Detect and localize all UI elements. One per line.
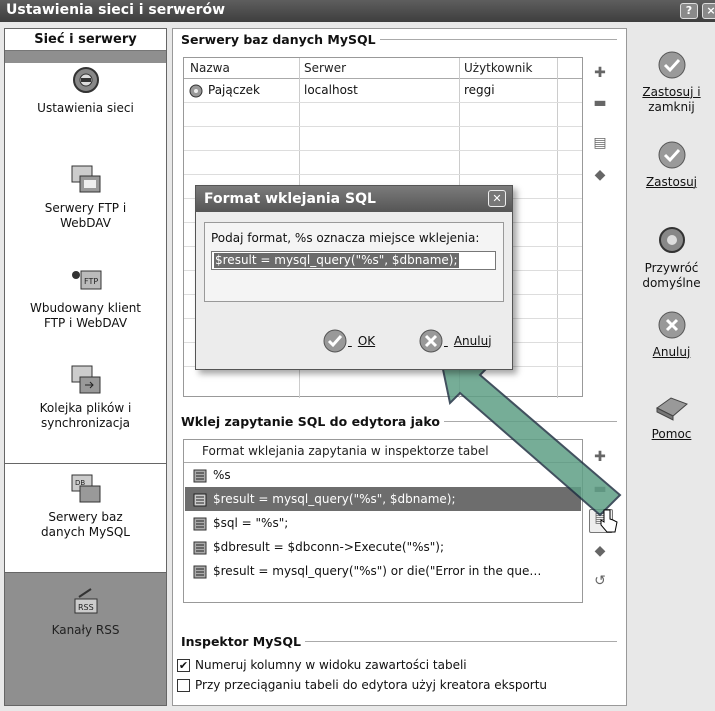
window-close-button[interactable]: × [702, 3, 715, 19]
column-header-name[interactable]: Nazwa [190, 61, 230, 75]
hand-cursor-icon [600, 509, 618, 533]
book-icon [655, 397, 688, 421]
gear-icon [658, 227, 685, 253]
format-icon [193, 541, 207, 554]
format-icon [193, 493, 207, 506]
checkmark-icon [658, 51, 685, 79]
sidebar: Sieć i serwery Ustawienia sieci Serwery … [4, 28, 167, 706]
dialog-cancel-button[interactable]: Anuluj [418, 328, 492, 354]
list-item[interactable]: $result = mysql_query("%s") or die("Erro… [185, 559, 581, 583]
sidebar-header: Sieć i serwery [5, 29, 166, 51]
column-header-user[interactable]: Użytkownik [464, 61, 532, 75]
dialog-title: Format wklejania SQL [196, 186, 512, 212]
help-button[interactable]: ? [680, 3, 698, 19]
checkmark-icon [658, 141, 685, 169]
sidebar-item-ftp-client[interactable]: FTP Wbudowany klient FTP i WebDAV [5, 263, 166, 363]
restore-defaults-button[interactable]: Przywróć domyślne [628, 224, 715, 291]
paste-format-group-title: Wklej zapytanie SQL do edytora jako [177, 414, 444, 429]
ok-button[interactable]: OK [322, 328, 375, 354]
window-title: Ustawienia sieci i serwerów [6, 2, 226, 18]
apply-button[interactable]: Zastosuj [628, 140, 715, 190]
column-header-server[interactable]: Serwer [304, 61, 346, 75]
number-columns-checkbox[interactable]: ✔ [177, 659, 190, 672]
rss-icon: RSS [74, 588, 97, 614]
apply-and-close-button[interactable]: Zastosuj i zamknij [628, 50, 715, 115]
format-icon [193, 517, 207, 530]
mysql-servers-icon: DB [71, 474, 100, 503]
server-name-cell: Pajączek [208, 83, 260, 97]
checkmark-icon [323, 329, 347, 353]
action-buttons: Zastosuj i zamknij Zastosuj Przywróć dom… [628, 28, 715, 488]
sidebar-item-network-settings[interactable]: Ustawienia sieci [5, 63, 166, 163]
svg-text:FTP: FTP [84, 277, 98, 286]
svg-text:RSS: RSS [78, 603, 94, 612]
file-queue-icon [71, 365, 100, 394]
close-icon [658, 311, 685, 339]
mysql-servers-group-title: Serwery baz danych MySQL [177, 32, 380, 47]
sidebar-item-mysql-servers[interactable]: DB Serwery baz danych MySQL [5, 463, 166, 573]
option-number-columns[interactable]: ✔ Numeruj kolumny w widoku zawartości ta… [177, 657, 617, 675]
server-user-cell: reggi [464, 83, 495, 97]
inspector-group-title: Inspektor MySQL [177, 634, 305, 649]
export-wizard-checkbox[interactable] [177, 679, 190, 692]
format-tools-icon[interactable]: ◆ [591, 543, 609, 561]
title-bar: Ustawienia sieci i serwerów ? × [0, 0, 715, 22]
server-host-cell: localhost [304, 83, 358, 97]
add-server-icon[interactable]: ✚ [591, 65, 609, 83]
edit-server-icon[interactable]: ▤ [591, 135, 609, 153]
ftp-client-icon: FTP [71, 270, 101, 290]
list-item[interactable]: $dbresult = $dbconn->Execute("%s"); [185, 535, 581, 559]
format-input[interactable]: $result = mysql_query("%s", $dbname); [211, 251, 496, 270]
server-tools-icon[interactable]: ◆ [591, 167, 609, 185]
format-icon [193, 565, 207, 578]
pointer-arrow [438, 355, 622, 517]
reset-format-icon[interactable]: ↺ [591, 573, 609, 591]
help-book-button[interactable]: Pomoc [628, 394, 715, 442]
network-settings-icon [72, 67, 99, 93]
svg-text:DB: DB [75, 479, 85, 487]
settings-window: Ustawienia sieci i serwerów ? × Sieć i s… [0, 0, 715, 711]
option-export-wizard[interactable]: Przy przeciąganiu tabeli do edytora użyj… [177, 677, 617, 695]
cancel-button[interactable]: Anuluj [628, 310, 715, 360]
ftp-servers-icon [71, 165, 100, 193]
remove-server-icon[interactable]: ▬ [591, 95, 609, 113]
sidebar-item-rss[interactable]: RSS Kanały RSS [5, 585, 166, 665]
sidebar-item-ftp-servers[interactable]: Serwery FTP i WebDAV [5, 163, 166, 263]
dialog-close-button[interactable]: ✕ [488, 190, 506, 207]
close-icon [419, 329, 443, 353]
sidebar-item-file-queue[interactable]: Kolejka plików i synchronizacja [5, 363, 166, 463]
dialog-prompt: Podaj format, %s oznacza miejsce wklejen… [211, 231, 480, 245]
table-row[interactable]: Pajączek localhost reggi [184, 79, 557, 102]
sql-format-dialog: Format wklejania SQL ✕ Podaj format, %s … [195, 185, 513, 370]
format-icon [193, 469, 207, 482]
database-icon [189, 84, 203, 98]
